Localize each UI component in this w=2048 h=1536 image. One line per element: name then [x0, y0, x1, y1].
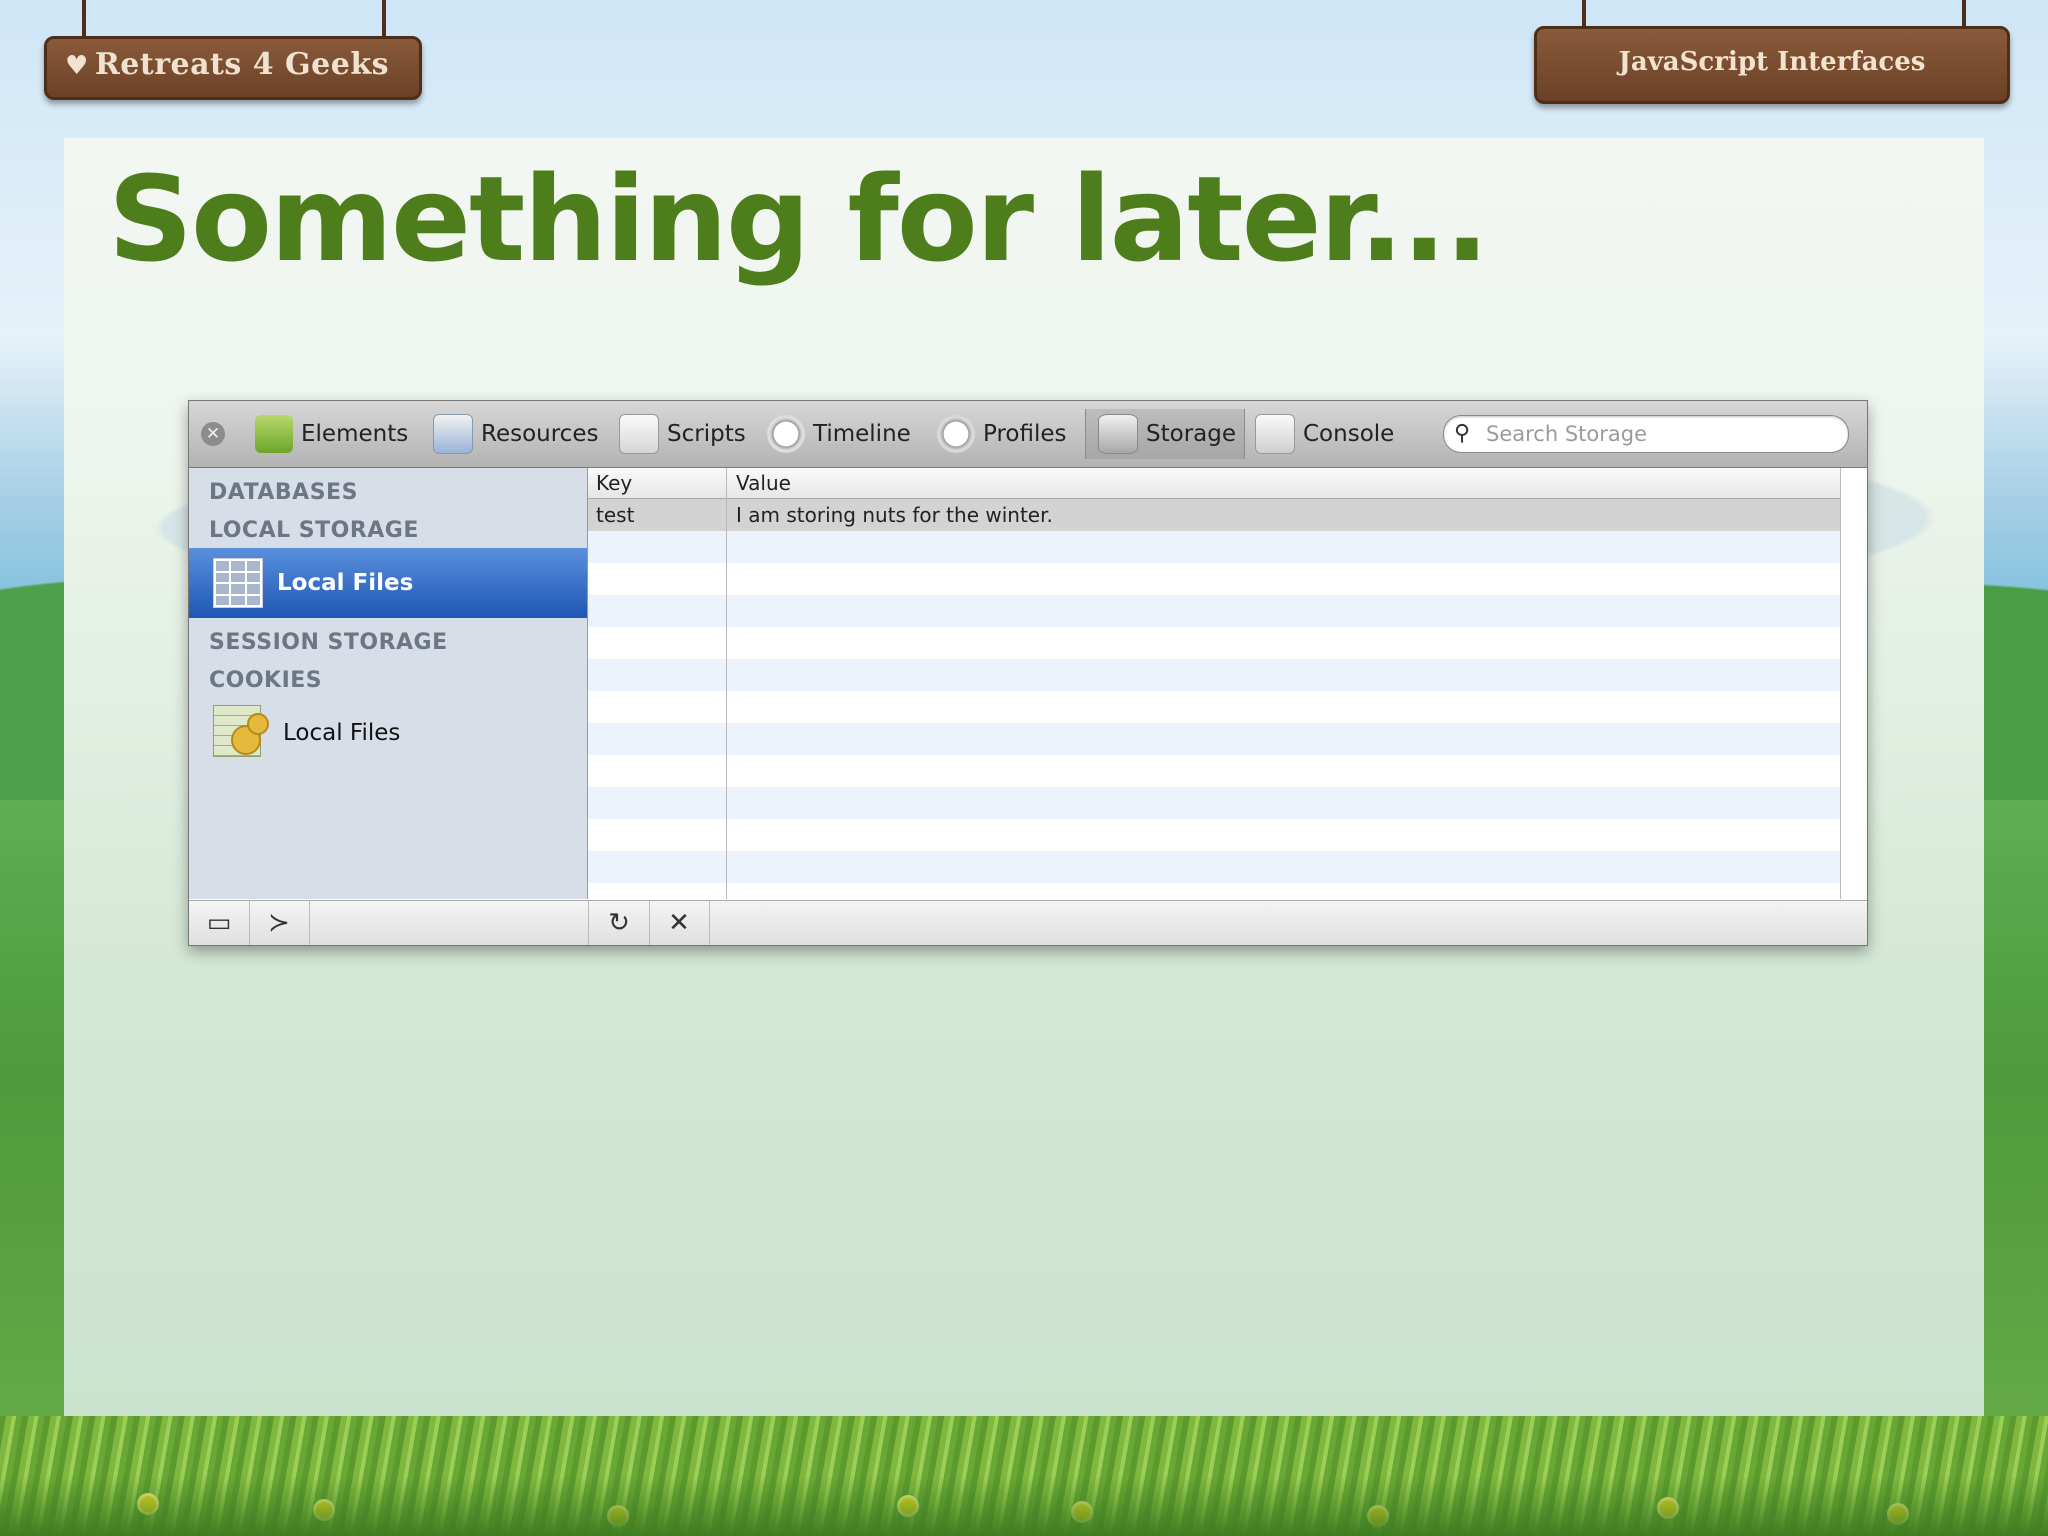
- close-icon[interactable]: ✕: [201, 422, 225, 446]
- flower-decoration: [316, 1502, 332, 1518]
- console-toggle-icon[interactable]: ≻: [249, 901, 310, 945]
- flower-decoration: [1660, 1500, 1676, 1516]
- sidebar-item-label: Local Files: [277, 570, 414, 596]
- sign-rope: [82, 0, 86, 40]
- tab-label: Elements: [301, 421, 409, 447]
- profiles-icon: [937, 415, 975, 453]
- sidebar-item-cookies-local-files[interactable]: Local Files: [189, 698, 587, 768]
- inspector-toolbar: ✕ Elements Resources Scripts Timeline Pr…: [189, 401, 1867, 468]
- table-row: [588, 851, 1844, 883]
- tab-label: Console: [1303, 421, 1395, 447]
- tab-label: Resources: [481, 421, 599, 447]
- tab-profiles[interactable]: Profiles: [937, 409, 1067, 459]
- cell-value: I am storing nuts for the winter.: [736, 503, 1053, 527]
- sidebar-section-databases[interactable]: DATABASES: [209, 480, 358, 505]
- delete-icon[interactable]: ✕: [649, 901, 710, 945]
- grass-border: [0, 1416, 2048, 1536]
- refresh-icon[interactable]: ↻: [588, 901, 650, 945]
- section-sign: JavaScript Interfaces: [1534, 26, 2010, 104]
- logo-sign: ♥ Retreats 4 Geeks: [44, 36, 422, 100]
- heart-icon: ♥: [65, 51, 89, 81]
- tab-console[interactable]: Console: [1255, 409, 1394, 459]
- table-row: [588, 595, 1844, 627]
- tab-label: Scripts: [667, 421, 746, 447]
- storage-sidebar: DATABASES LOCAL STORAGE Local Files SESS…: [189, 468, 588, 899]
- tab-resources[interactable]: Resources: [433, 409, 598, 459]
- sidebar-item-local-storage-local-files[interactable]: Local Files: [189, 548, 587, 618]
- tab-storage[interactable]: Storage: [1085, 409, 1245, 459]
- column-header-key[interactable]: Key: [596, 471, 632, 495]
- search-field[interactable]: ⚲: [1443, 415, 1849, 453]
- flower-decoration: [610, 1508, 626, 1524]
- tab-elements[interactable]: Elements: [255, 409, 408, 459]
- console-icon: [1255, 414, 1295, 454]
- table-row: [588, 531, 1844, 563]
- cell-key: test: [596, 503, 635, 527]
- scripts-icon: [619, 414, 659, 454]
- web-inspector-window: ✕ Elements Resources Scripts Timeline Pr…: [188, 400, 1868, 946]
- sidebar-item-label: Local Files: [283, 720, 401, 746]
- sign-rope: [382, 0, 386, 40]
- table-row: [588, 787, 1844, 819]
- sidebar-section-local-storage[interactable]: LOCAL STORAGE: [209, 518, 419, 543]
- table-row: [588, 659, 1844, 691]
- section-title: JavaScript Interfaces: [1618, 47, 1926, 77]
- storage-icon: [1098, 414, 1138, 454]
- elements-icon: [255, 415, 293, 453]
- search-icon: ⚲: [1454, 421, 1471, 446]
- sidebar-section-cookies[interactable]: COOKIES: [209, 668, 322, 693]
- table-row: [588, 723, 1844, 755]
- tab-timeline[interactable]: Timeline: [767, 409, 911, 459]
- dock-icon[interactable]: ▭: [189, 901, 250, 945]
- logo-text: Retreats 4 Geeks: [94, 47, 389, 82]
- slide-title: Something for later...: [108, 150, 1489, 288]
- inspector-status-bar: ▭ ≻ ↻ ✕: [189, 900, 1867, 945]
- tab-scripts[interactable]: Scripts: [619, 409, 746, 459]
- search-input[interactable]: [1484, 420, 1838, 448]
- cookie-icon: [213, 705, 269, 761]
- flower-decoration: [1074, 1504, 1090, 1520]
- table-icon: [213, 558, 263, 608]
- tab-label: Profiles: [983, 421, 1067, 447]
- tab-label: Timeline: [813, 421, 911, 447]
- column-header-value[interactable]: Value: [736, 471, 791, 495]
- resources-icon: [433, 414, 473, 454]
- table-scrollbar[interactable]: [1840, 468, 1867, 899]
- table-row-selected[interactable]: test I am storing nuts for the winter.: [588, 499, 1844, 531]
- column-divider[interactable]: [726, 468, 727, 899]
- flower-decoration: [900, 1498, 916, 1514]
- storage-table: test I am storing nuts for the winter. K…: [588, 468, 1867, 899]
- flower-decoration: [1370, 1508, 1386, 1524]
- sidebar-section-session-storage[interactable]: SESSION STORAGE: [209, 630, 448, 655]
- flower-decoration: [140, 1496, 156, 1512]
- flower-decoration: [1890, 1506, 1906, 1522]
- timeline-icon: [767, 415, 805, 453]
- tab-label: Storage: [1146, 421, 1236, 447]
- table-header: Key Value: [588, 468, 1867, 499]
